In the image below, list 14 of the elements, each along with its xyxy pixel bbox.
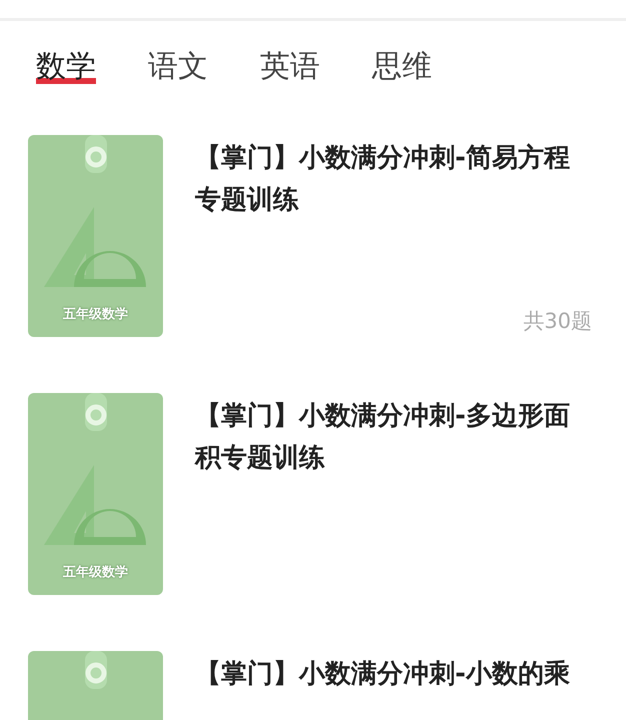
subject-tab[interactable]: 英语 bbox=[260, 47, 320, 87]
ruler-protractor-icon bbox=[44, 207, 146, 287]
course-title[interactable]: 【掌门】小数满分冲刺-多边形面积专题训练 bbox=[195, 395, 592, 479]
cover-label: 五年级数学 bbox=[62, 306, 129, 323]
course-title[interactable]: 【掌门】小数满分冲刺-小数的乘 bbox=[195, 653, 592, 695]
subject-tab[interactable]: 思维 bbox=[372, 47, 432, 87]
pin-icon bbox=[84, 135, 108, 173]
question-count: 共30题 bbox=[523, 308, 592, 335]
cover-label: 五年级数学 bbox=[62, 564, 129, 581]
pin-icon bbox=[84, 393, 108, 431]
course-title[interactable]: 【掌门】小数满分冲刺-简易方程专题训练 bbox=[195, 137, 592, 221]
pin-icon bbox=[84, 651, 108, 689]
ruler-protractor-icon bbox=[44, 465, 146, 545]
subject-tab[interactable]: 语文 bbox=[148, 47, 208, 87]
